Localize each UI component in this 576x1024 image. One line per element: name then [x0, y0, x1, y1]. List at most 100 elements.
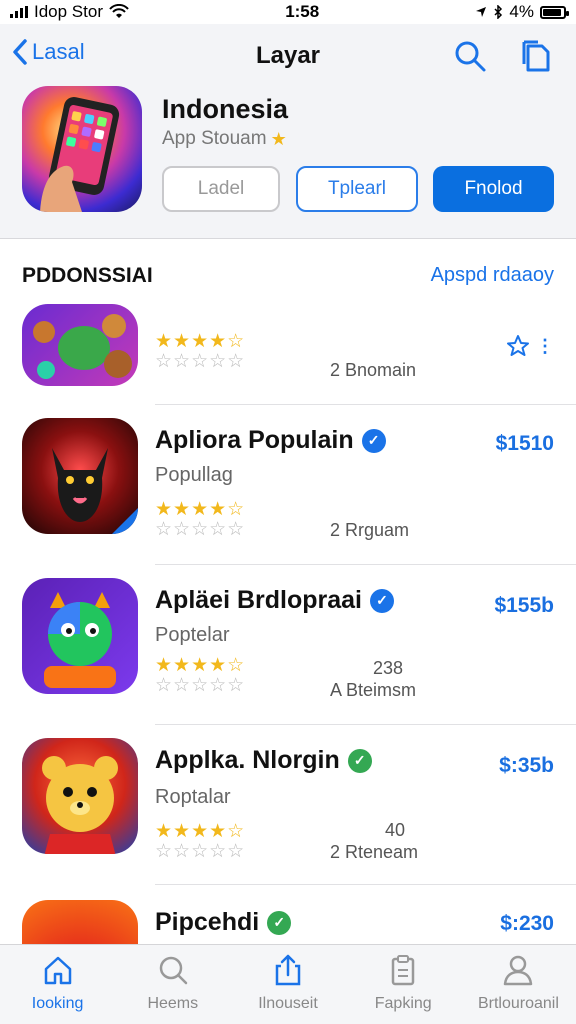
page-title: Layar — [255, 42, 321, 69]
search-icon — [159, 956, 188, 985]
tab-share[interactable]: Ilnouseit — [230, 945, 345, 1024]
bluetooth-icon — [494, 5, 503, 19]
price-button[interactable]: $1510 — [496, 432, 554, 456]
list-item[interactable]: Pipcehdi ✓ $:230 — [0, 898, 576, 944]
stars-filled: ★★★★☆ — [155, 331, 246, 352]
yellow-bear-illustration — [42, 756, 118, 854]
stars-outline: ☆☆☆☆☆ — [155, 519, 246, 540]
app-title: Indonesia — [162, 94, 289, 124]
item-count: 40 — [385, 820, 406, 840]
app-header: Lasal Layar Indonesia App Stouam ★ Ladel… — [0, 24, 576, 239]
item-category: Poptelar — [155, 624, 230, 646]
signal-icon — [10, 6, 28, 18]
item-meta: 2 Rrguam — [330, 520, 410, 540]
app-subtitle: App Stouam ★ — [162, 128, 287, 150]
item-name-text: Applka. Nlorgin — [155, 746, 340, 774]
status-right: 4% — [475, 2, 569, 22]
stars-outline: ☆☆☆☆☆ — [155, 841, 246, 862]
label-button[interactable]: Ladel — [162, 166, 280, 212]
tab-profile[interactable]: Brtlouroanil — [461, 945, 576, 1024]
item-name: Applka. Nlorgin ✓ — [155, 746, 372, 775]
app-icon[interactable] — [22, 86, 142, 212]
location-icon — [476, 7, 487, 17]
item-name-text: Pipcehdi — [155, 908, 260, 936]
carrier-label: Idop Stor — [34, 2, 103, 21]
nav-bar: Lasal Layar — [0, 32, 576, 76]
stars-filled: ★★★★☆ — [155, 655, 246, 676]
tab-label: Fapking — [374, 995, 432, 1012]
game-creatures-illustration — [33, 314, 132, 379]
star-outline-icon — [507, 335, 529, 356]
item-name-text: Apliora Populain — [155, 426, 354, 454]
status-left: Idop Stor — [10, 2, 129, 22]
price-button[interactable]: $155b — [494, 594, 554, 618]
battery-icon — [539, 5, 569, 19]
item-count: 238 — [373, 658, 404, 678]
stars-outline: ☆☆☆☆☆ — [155, 351, 246, 372]
section-title: PDDONSSIAI — [22, 264, 153, 287]
tab-home[interactable]: Iooking — [0, 945, 115, 1024]
rating-stars: ★★★★☆ ☆☆☆☆☆ — [155, 332, 271, 372]
secondary-button[interactable]: Tplearl — [296, 166, 418, 212]
verified-badge-icon: ✓ — [267, 910, 292, 935]
primary-button[interactable]: Fnolod — [433, 166, 554, 212]
verified-badge-icon: ✓ — [370, 588, 394, 613]
item-meta: 2 Bnomain — [330, 360, 417, 380]
item-category: Roptalar — [155, 786, 231, 808]
section-link[interactable]: Apspd rdaaoy — [431, 264, 554, 287]
status-bar: Idop Stor 1:58 4% — [0, 0, 576, 24]
list-item[interactable]: Apliora Populain ✓ Popullag ★★★★☆ ☆☆☆☆☆ … — [0, 418, 576, 568]
black-cat-illustration — [52, 448, 138, 534]
divider — [155, 724, 576, 725]
star-icon: ★ — [270, 128, 287, 149]
tab-search[interactable]: Heems — [115, 945, 230, 1024]
phone-hand-illustration — [40, 97, 120, 212]
rating-stars: ★★★★☆ ☆☆☆☆☆ — [155, 500, 271, 540]
app-subtitle-text: App Stouam — [162, 128, 267, 149]
tab-clipboard[interactable]: Fapking — [346, 945, 461, 1024]
battery-percent: 4% — [509, 2, 534, 21]
item-meta: A Bteimsm — [330, 680, 417, 700]
stars-filled: ★★★★☆ — [155, 821, 246, 842]
item-meta: 2 Rteneam — [330, 842, 419, 862]
search-button[interactable] — [452, 38, 488, 74]
app-icon — [22, 738, 138, 854]
item-name: Apliora Populain ✓ — [155, 426, 386, 455]
share-icon — [275, 954, 301, 986]
item-name: Apläei Brdlopraai ✓ — [155, 586, 394, 615]
tab-label: Heems — [147, 995, 199, 1012]
favorite-button[interactable]: ⋮ — [506, 334, 554, 358]
status-time: 1:58 — [285, 2, 320, 21]
tab-label: Brtlouroanil — [477, 995, 559, 1012]
search-icon — [455, 41, 486, 72]
divider — [155, 884, 576, 885]
rating-stars: ★★★★☆ ☆☆☆☆☆ — [155, 656, 271, 696]
clipboard-icon — [391, 955, 415, 986]
app-icon — [22, 418, 138, 534]
cartoon-creature-illustration — [44, 592, 116, 688]
tab-bar: Iooking Heems Ilnouseit Fapking Brtlouro… — [0, 944, 576, 1024]
home-icon — [44, 956, 71, 985]
rating-stars: ★★★★☆ ☆☆☆☆☆ — [155, 822, 271, 862]
item-name: Pipcehdi ✓ — [155, 908, 292, 937]
divider — [155, 404, 576, 405]
wifi-icon — [109, 4, 129, 18]
verified-badge-icon: ✓ — [347, 748, 372, 773]
price-button[interactable]: $:230 — [500, 912, 554, 936]
share-button[interactable] — [518, 38, 554, 74]
app-icon — [22, 900, 138, 944]
person-icon — [504, 955, 533, 986]
price-button[interactable]: $:35b — [499, 754, 554, 778]
stars-filled: ★★★★☆ — [155, 499, 246, 520]
tab-label: Iooking — [31, 995, 84, 1012]
more-icon: ⋮ — [536, 335, 554, 356]
tab-label: Ilnouseit — [258, 995, 318, 1012]
list-item[interactable]: Applka. Nlorgin ✓ Roptalar ★★★★☆ ☆☆☆☆☆ 4… — [0, 738, 576, 888]
divider — [155, 564, 576, 565]
item-category: Popullag — [155, 464, 233, 486]
list-item[interactable]: Apläei Brdlopraai ✓ Poptelar ★★★★☆ ☆☆☆☆☆… — [0, 578, 576, 728]
verified-badge-icon: ✓ — [361, 428, 386, 453]
app-icon — [22, 578, 138, 694]
stars-outline: ☆☆☆☆☆ — [155, 675, 246, 696]
app-icon — [22, 304, 138, 386]
